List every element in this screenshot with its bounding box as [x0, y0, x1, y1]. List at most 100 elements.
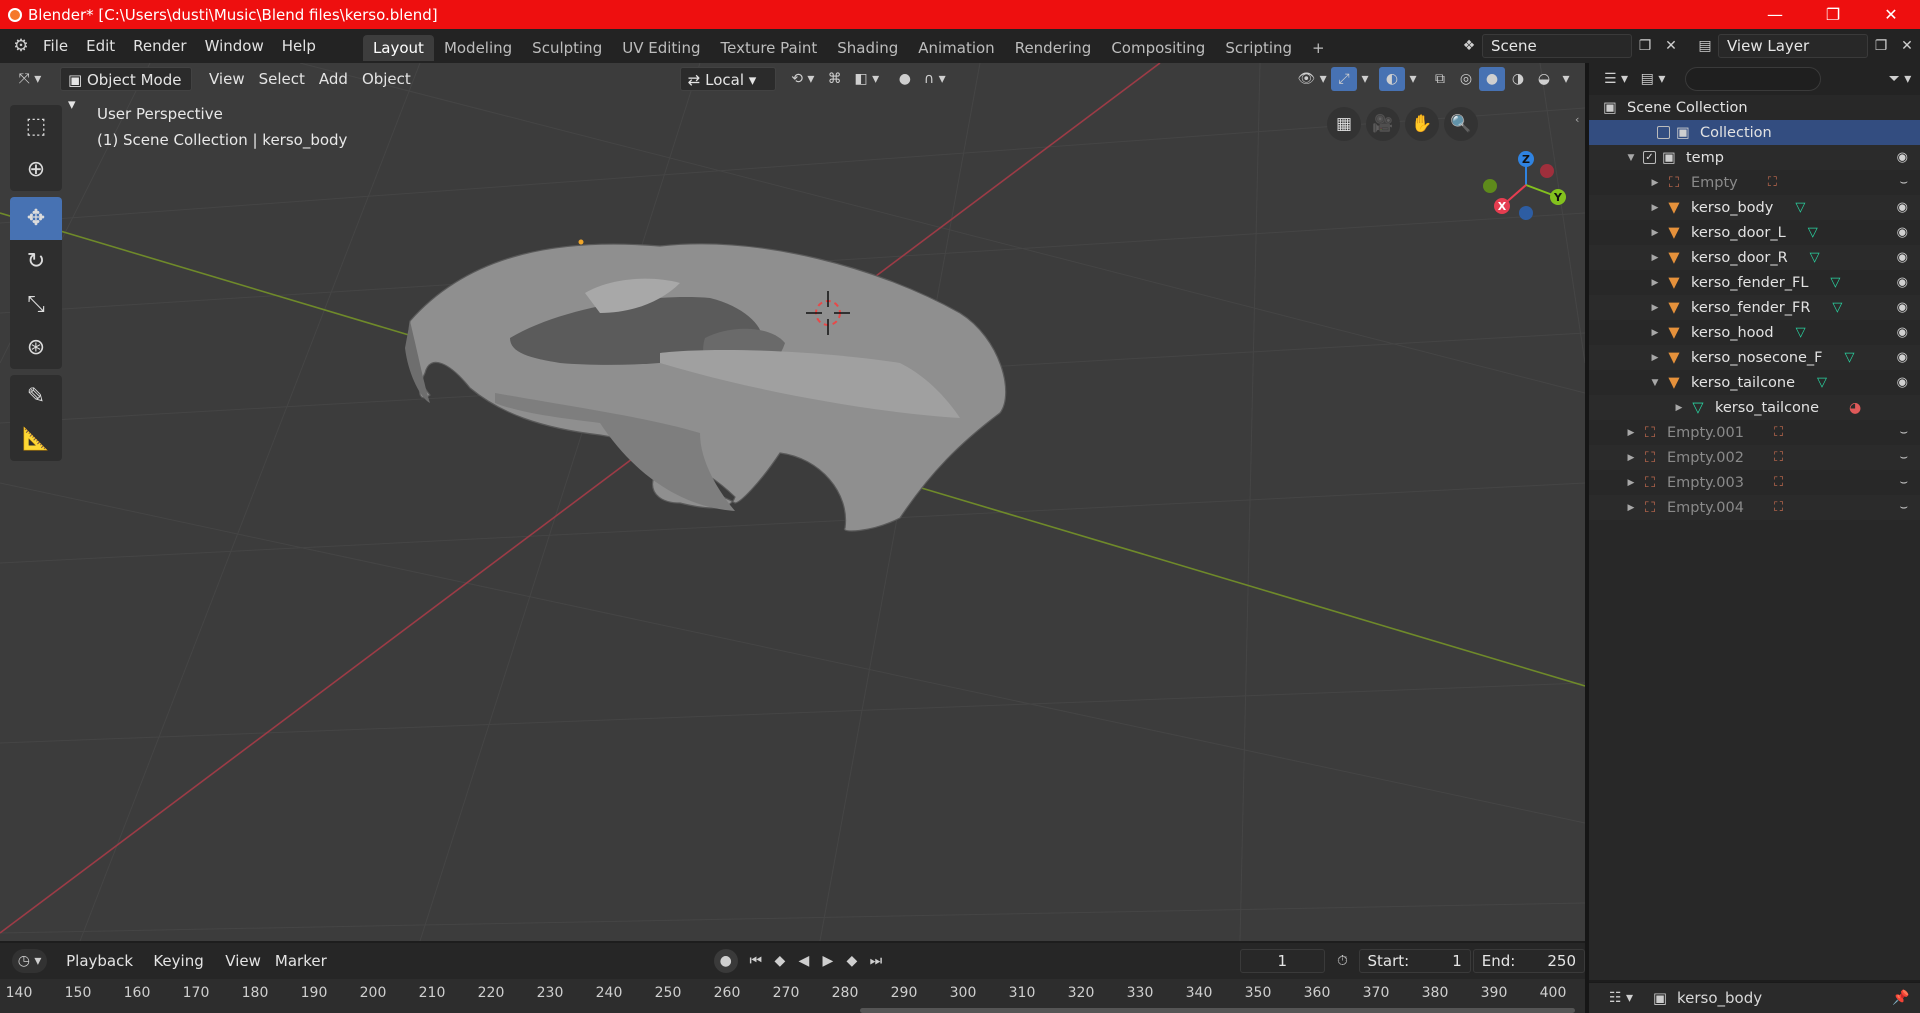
- scene-browse-icon[interactable]: ❖: [1456, 34, 1482, 58]
- select-box-tool-icon[interactable]: ⬚: [10, 105, 62, 148]
- expand-arrow-icon[interactable]: ▶: [1625, 453, 1637, 463]
- empty-data-icon[interactable]: ⛶: [1774, 425, 1783, 440]
- eye-icon[interactable]: ◉: [1897, 200, 1908, 215]
- snap-target-icon[interactable]: ◧ ▾: [848, 67, 886, 91]
- minimize-button[interactable]: —: [1746, 0, 1804, 29]
- expand-arrow-icon[interactable]: ▶: [1649, 178, 1661, 188]
- new-scene-icon[interactable]: ❐: [1632, 34, 1658, 58]
- outliner-row[interactable]: ▶ ▼ kerso_fender_FL ▽ ◉: [1589, 270, 1920, 295]
- gizmo-dropdown-icon[interactable]: ▾: [1357, 67, 1373, 91]
- menu-help[interactable]: Help: [273, 29, 325, 63]
- material-shading-icon[interactable]: ◑: [1505, 67, 1531, 91]
- hidden-eye-icon[interactable]: ⌣: [1899, 425, 1908, 440]
- prev-keyframe-icon[interactable]: ◆: [768, 949, 792, 973]
- move-tool-icon[interactable]: ✥: [10, 197, 62, 240]
- mesh-data-icon[interactable]: ▽: [1845, 350, 1855, 365]
- outliner-row[interactable]: ▶ ▼ kerso_nosecone_F ▽ ◉: [1589, 345, 1920, 370]
- expand-arrow-icon[interactable]: ▼: [1625, 153, 1637, 163]
- eye-icon[interactable]: ◉: [1897, 350, 1908, 365]
- expand-arrow-icon[interactable]: ▶: [1625, 428, 1637, 438]
- pan-view-hand-icon[interactable]: ✋: [1405, 107, 1439, 141]
- sidebar-toggle-icon[interactable]: ‹: [1575, 113, 1579, 126]
- viewport-menu-view[interactable]: View: [202, 67, 252, 91]
- outliner-row[interactable]: ▶ ⛶ Empty.001 ⛶ ⌣: [1589, 420, 1920, 445]
- scene-collection-row[interactable]: ▣ Scene Collection: [1589, 95, 1920, 120]
- timeline-scrollbar[interactable]: [860, 1008, 1575, 1013]
- expand-arrow-icon[interactable]: ▶: [1649, 303, 1661, 313]
- tab-layout[interactable]: Layout: [362, 35, 434, 61]
- empty-data-icon[interactable]: ⛶: [1774, 500, 1783, 515]
- display-mode-icon[interactable]: ▤ ▾: [1633, 67, 1673, 91]
- eye-icon[interactable]: ◉: [1897, 375, 1908, 390]
- current-frame-field[interactable]: 1: [1239, 949, 1325, 973]
- delete-view-layer-icon[interactable]: ✕: [1894, 34, 1920, 58]
- menu-render[interactable]: Render: [124, 29, 195, 63]
- xray-toggle-icon[interactable]: ⧉: [1427, 67, 1453, 91]
- stopwatch-icon[interactable]: ⏱: [1331, 949, 1355, 973]
- empty-data-icon[interactable]: ⛶: [1774, 450, 1783, 465]
- mesh-data-icon[interactable]: ▽: [1795, 200, 1805, 215]
- expand-arrow-icon[interactable]: ▶: [1649, 253, 1661, 263]
- tab-shading[interactable]: Shading: [827, 35, 908, 61]
- menu-window[interactable]: Window: [196, 29, 273, 63]
- visibility-icon[interactable]: 👁 ▾: [1293, 67, 1331, 91]
- navigation-gizmo[interactable]: Z Y X: [1483, 151, 1566, 220]
- zoom-view-icon[interactable]: 🔍: [1444, 107, 1478, 141]
- jump-start-icon[interactable]: ⏮: [744, 949, 768, 973]
- transform-orientation-dropdown[interactable]: ⇄ Local ▾: [679, 67, 776, 91]
- outliner-row[interactable]: ▶ ⛶ Empty.002 ⛶ ⌣: [1589, 445, 1920, 470]
- collection-checkbox[interactable]: [1657, 126, 1670, 139]
- solid-shading-icon[interactable]: ●: [1479, 67, 1505, 91]
- next-keyframe-icon[interactable]: ◆: [840, 949, 864, 973]
- view-layer-browse-icon[interactable]: ▤: [1692, 34, 1718, 58]
- hidden-eye-icon[interactable]: ⌣: [1899, 500, 1908, 515]
- object-mode-dropdown[interactable]: ▣ Object Mode ▾: [60, 67, 192, 113]
- tab-animation[interactable]: Animation: [908, 35, 1004, 61]
- outliner-row[interactable]: ▶ ▼ kerso_body ▽ ◉: [1589, 195, 1920, 220]
- expand-arrow-icon[interactable]: ▶: [1649, 353, 1661, 363]
- car-body-mesh[interactable]: [405, 243, 1007, 532]
- transform-tool-icon[interactable]: ⊛: [10, 326, 62, 369]
- camera-view-icon[interactable]: 🎥: [1366, 107, 1400, 141]
- tab-uv-editing[interactable]: UV Editing: [612, 35, 710, 61]
- menu-file[interactable]: File: [34, 29, 77, 63]
- scale-tool-icon[interactable]: ⤡: [10, 283, 62, 326]
- restore-button[interactable]: ❐: [1804, 0, 1862, 29]
- new-view-layer-icon[interactable]: ❐: [1868, 34, 1894, 58]
- viewport-menu-add[interactable]: Add: [312, 67, 355, 91]
- tab-texture-paint[interactable]: Texture Paint: [710, 35, 827, 61]
- empty-data-icon[interactable]: ⛶: [1774, 475, 1783, 490]
- cursor-tool-icon[interactable]: ⊕: [10, 148, 62, 191]
- outliner-row[interactable]: ▶ ⛶ Empty.003 ⛶ ⌣: [1589, 470, 1920, 495]
- annotate-tool-icon[interactable]: ✎: [10, 375, 62, 418]
- hidden-eye-icon[interactable]: ⌣: [1899, 450, 1908, 465]
- expand-arrow-icon[interactable]: ▶: [1625, 503, 1637, 513]
- eye-icon[interactable]: ◉: [1897, 225, 1908, 240]
- toggle-camera-view-grid-icon[interactable]: ▦: [1327, 107, 1361, 141]
- viewport-menu-object[interactable]: Object: [355, 67, 418, 91]
- mesh-data-icon[interactable]: ▽: [1808, 225, 1818, 240]
- rendered-shading-icon[interactable]: ◒: [1531, 67, 1557, 91]
- expand-arrow-icon[interactable]: ▶: [1649, 203, 1661, 213]
- viewport-scene[interactable]: Z Y X: [0, 63, 1585, 941]
- eye-icon[interactable]: ◉: [1897, 150, 1908, 165]
- jump-end-icon[interactable]: ⏭: [864, 949, 888, 973]
- outliner-search-input[interactable]: [1685, 67, 1821, 91]
- material-icon[interactable]: ◕: [1849, 400, 1861, 416]
- filter-icon[interactable]: ⏷ ▾: [1880, 67, 1920, 91]
- properties-editor-type-icon[interactable]: ☷ ▾: [1603, 986, 1639, 1010]
- outliner-row[interactable]: ▶ ▼ kerso_fender_FR ▽ ◉: [1589, 295, 1920, 320]
- play-icon[interactable]: ▶: [816, 949, 840, 973]
- expand-arrow-icon[interactable]: ▶: [1649, 328, 1661, 338]
- mesh-data-icon[interactable]: ▽: [1817, 375, 1827, 390]
- empty-data-icon[interactable]: ⛶: [1768, 175, 1777, 190]
- tab-sculpting[interactable]: Sculpting: [522, 35, 612, 61]
- end-frame-field[interactable]: End: 250: [1472, 949, 1586, 973]
- timeline-editor-type-icon[interactable]: ◷ ▾: [12, 949, 48, 973]
- editor-type-icon[interactable]: ⤧ ▾: [10, 67, 50, 91]
- view-layer-field[interactable]: View Layer: [1718, 34, 1868, 58]
- rotate-tool-icon[interactable]: ↻: [10, 240, 62, 283]
- 3d-viewport[interactable]: Z Y X ⤧ ▾ ▣ Object Mode ▾ View Select Ad…: [0, 63, 1585, 941]
- play-reverse-icon[interactable]: ◀: [792, 949, 816, 973]
- mesh-data-icon[interactable]: ▽: [1830, 275, 1840, 290]
